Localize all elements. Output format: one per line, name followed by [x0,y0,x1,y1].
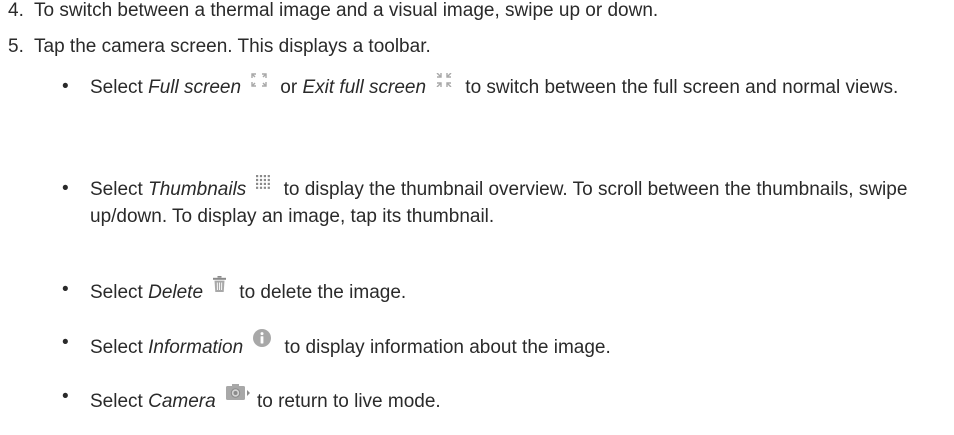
step-text: Tap the camera screen. This displays a t… [34,36,431,57]
camera-icon [225,383,250,401]
bullet-post: to display information about the image. [279,337,611,358]
bullet-pre: Select [90,282,149,303]
bullet-post: to switch between the full screen and no… [460,77,899,98]
bullet-dot: • [62,279,69,300]
bullet-dot: • [62,76,69,97]
collapse-icon [436,73,452,87]
bullet-dot: • [62,178,69,199]
bullet-full-screen: • Select Full screen or Exit full screen [62,73,942,101]
expand-icon [251,73,267,87]
bullet-post: to delete the image. [234,282,407,303]
term-camera: Camera [148,391,216,412]
bullet-camera: • Select Camera to return to live mode. [62,383,942,415]
bullet-delete: • Select Delete to delete the image. [62,276,942,306]
bullet-pre: Select [90,179,149,200]
bullet-pre: Select [90,337,149,358]
bullet-pre: Select [90,77,149,98]
bullet-post: to return to live mode. [251,391,441,412]
term-thumbnails: Thumbnails [148,179,247,200]
trash-icon [213,276,227,292]
bullet-mid: or [275,77,303,98]
step-number: 4. [8,0,24,21]
bullet-pre: Select [90,391,149,412]
term-exit-full-screen: Exit full screen [302,77,427,98]
step-5: 5. Tap the camera screen. This displays a… [8,36,431,58]
term-information: Information [148,337,244,358]
term-full-screen: Full screen [148,77,242,98]
step-number: 5. [8,36,24,57]
bullet-information: • Select Information to display informat… [62,329,942,361]
step-text: To switch between a thermal image and a … [34,0,659,21]
bullet-dot: • [62,332,69,353]
step-4: 4. To switch between a thermal image and … [8,0,658,22]
info-icon [253,329,272,347]
grid-icon [256,175,271,189]
term-delete: Delete [148,282,204,303]
bullet-dot: • [62,386,69,407]
bullet-thumbnails: • Select Thumbnails to display the thumb… [62,175,942,230]
